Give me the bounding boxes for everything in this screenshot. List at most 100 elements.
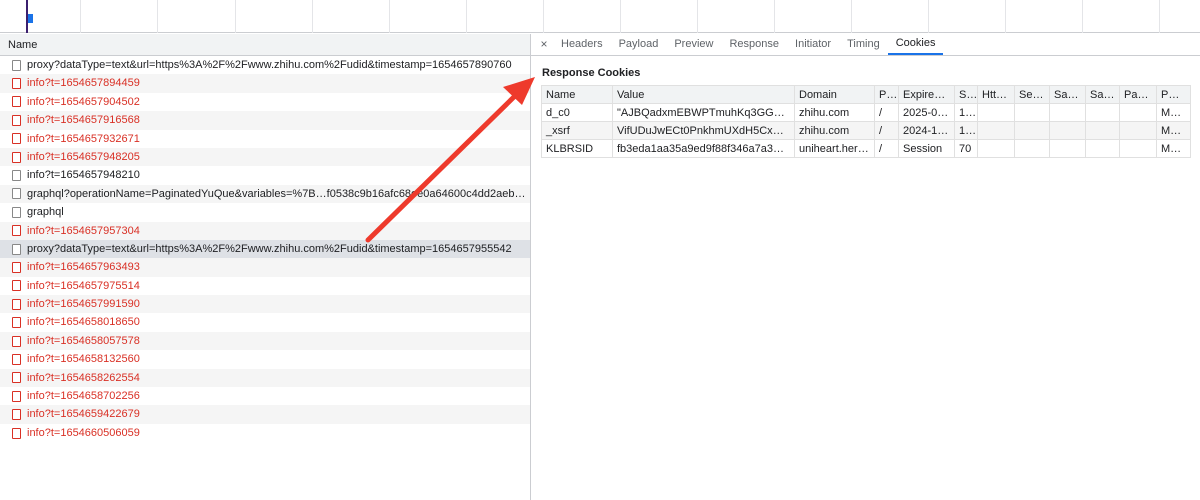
- request-row[interactable]: info?t=1654657948205: [0, 147, 530, 167]
- cookie-cell: Session: [898, 139, 955, 158]
- overview-gridline: [543, 0, 544, 33]
- request-row[interactable]: info?t=1654658018650: [0, 313, 530, 331]
- request-row[interactable]: graphql?operationName=PaginatedYuQue&var…: [0, 184, 530, 204]
- cookie-cell: [1049, 121, 1086, 140]
- cookies-table: Name Value Domain P… Expires … S… Htt… Se… Sa… Sa…: [541, 85, 1191, 158]
- cookie-cell: [977, 103, 1015, 122]
- tab-cookies[interactable]: Cookies: [887, 34, 944, 55]
- request-name: info?t=1654657957304: [27, 224, 140, 237]
- cookie-cell: zhihu.com: [794, 103, 875, 122]
- cookie-column-header[interactable]: P…: [874, 85, 899, 104]
- cookie-cell: [1085, 103, 1120, 122]
- request-row[interactable]: info?t=1654657975514: [0, 277, 530, 295]
- document-icon: [12, 96, 21, 108]
- document-icon: [12, 317, 21, 329]
- cookie-cell: 2025-0…: [898, 103, 955, 122]
- document-icon: [12, 427, 21, 439]
- overview-gridline: [235, 0, 236, 33]
- cookie-row[interactable]: d_c0 "AJBQadxmEBWPTmuhKq3GGks… zhihu.com/2…: [541, 103, 1191, 122]
- cookie-cell: [1049, 139, 1086, 158]
- document-icon: [12, 225, 21, 237]
- tab-initiator[interactable]: Initiator: [787, 34, 839, 55]
- request-name: info?t=1654657963493: [27, 261, 140, 274]
- cookies-header-row: Name Value Domain P… Expires … S… Htt… Se… Sa… Sa…: [541, 85, 1191, 104]
- request-name: graphql: [27, 206, 64, 219]
- cookie-column-header[interactable]: Sa…: [1085, 85, 1120, 104]
- request-row[interactable]: info?t=1654657963493: [0, 258, 530, 277]
- close-details-icon[interactable]: ×: [535, 34, 553, 55]
- request-row[interactable]: info?t=1654660506059: [0, 424, 530, 442]
- cookie-column-header[interactable]: Par…: [1119, 85, 1157, 104]
- cookie-cell: zhihu.com: [794, 121, 875, 140]
- cookie-column-header[interactable]: Value: [612, 85, 795, 104]
- cookie-cell: VifUDuJwECt0PnkhmUXdH5Cxm…: [612, 121, 795, 140]
- cookie-column-header[interactable]: P…: [1156, 85, 1191, 104]
- request-name: info?t=1654657948210: [27, 169, 140, 182]
- request-name: info?t=1654657904502: [27, 95, 140, 108]
- request-list-panel: Name proxy?dataType=text&url=https%3A%2F…: [0, 34, 531, 500]
- cookie-column-header[interactable]: Name: [541, 85, 613, 104]
- document-icon: [12, 335, 21, 347]
- request-name: info?t=1654657894459: [27, 77, 140, 90]
- cookie-column-header[interactable]: Se…: [1014, 85, 1050, 104]
- request-row[interactable]: info?t=1654657948210: [0, 166, 530, 184]
- cookie-cell: [1014, 121, 1050, 140]
- tab-timing[interactable]: Timing: [839, 34, 888, 55]
- cookie-column-header[interactable]: S…: [954, 85, 978, 104]
- request-name: info?t=1654657932671: [27, 132, 140, 145]
- tab-headers[interactable]: Headers: [553, 34, 611, 55]
- cookie-column-header[interactable]: Domain: [794, 85, 875, 104]
- document-icon: [12, 206, 21, 218]
- document-icon: [12, 59, 21, 71]
- tab-response[interactable]: Response: [721, 34, 787, 55]
- overview-gridline: [928, 0, 929, 33]
- overview-gridline: [620, 0, 621, 33]
- cookie-cell: 1…: [954, 103, 978, 122]
- request-row[interactable]: info?t=1654658057578: [0, 331, 530, 351]
- request-details-panel: × Headers Payload Preview Response Initiator…: [531, 34, 1200, 500]
- request-row[interactable]: proxy?dataType=text&url=https%3A%2F%2Fww…: [0, 239, 530, 259]
- overview-gridline: [851, 0, 852, 33]
- request-row[interactable]: info?t=1654657894459: [0, 74, 530, 93]
- request-row[interactable]: info?t=1654658702256: [0, 387, 530, 405]
- tab-preview[interactable]: Preview: [666, 34, 721, 55]
- cookie-cell: fb3eda1aa35a9ed9f88f346a7a3eb…: [612, 139, 795, 158]
- document-icon: [12, 133, 21, 145]
- cookie-cell: Me…: [1156, 139, 1191, 158]
- request-name: graphql?operationName=PaginatedYuQue&var…: [27, 187, 530, 200]
- name-column-header[interactable]: Name: [0, 34, 530, 56]
- cookie-cell: "AJBQadxmEBWPTmuhKq3GGks…: [612, 103, 795, 122]
- request-row[interactable]: info?t=1654657932671: [0, 130, 530, 148]
- request-name: info?t=1654657991590: [27, 298, 140, 311]
- request-row[interactable]: graphql: [0, 203, 530, 221]
- cookie-column-header[interactable]: Htt…: [977, 85, 1015, 104]
- cookie-cell: [1119, 139, 1157, 158]
- cookie-cell: /: [874, 121, 899, 140]
- cookie-row[interactable]: KLBRSID fb3eda1aa35a9ed9f88f346a7a3eb… uni…: [541, 139, 1191, 158]
- cookie-row[interactable]: _xsrf VifUDuJwECt0PnkhmUXdH5Cxm… zhihu.com…: [541, 121, 1191, 140]
- request-row[interactable]: info?t=1654657916568: [0, 111, 530, 130]
- overview-gridline: [312, 0, 313, 33]
- request-row[interactable]: info?t=1654659422679: [0, 405, 530, 424]
- request-row[interactable]: info?t=1654657904502: [0, 93, 530, 111]
- cookie-column-header[interactable]: Expires …: [898, 85, 955, 104]
- request-row[interactable]: info?t=1654657957304: [0, 221, 530, 240]
- cookie-cell: [1119, 103, 1157, 122]
- network-overview[interactable]: [0, 0, 1200, 33]
- document-icon: [12, 261, 21, 273]
- request-row[interactable]: proxy?dataType=text&url=https%3A%2F%2Fww…: [0, 56, 530, 74]
- request-row[interactable]: info?t=1654657991590: [0, 295, 530, 314]
- document-icon: [12, 372, 21, 384]
- request-name: info?t=1654658262554: [27, 371, 140, 384]
- request-row[interactable]: info?t=1654658132560: [0, 350, 530, 368]
- cookie-cell: [977, 139, 1015, 158]
- tab-payload[interactable]: Payload: [611, 34, 667, 55]
- cookie-column-header[interactable]: Sa…: [1049, 85, 1086, 104]
- overview-request-marker: [28, 14, 33, 23]
- request-name: info?t=1654657916568: [27, 114, 140, 127]
- overview-gridline: [389, 0, 390, 33]
- request-row[interactable]: info?t=1654658262554: [0, 368, 530, 388]
- request-name: info?t=1654660506059: [27, 426, 140, 439]
- document-icon: [12, 353, 21, 365]
- request-name: proxy?dataType=text&url=https%3A%2F%2Fww…: [27, 242, 512, 255]
